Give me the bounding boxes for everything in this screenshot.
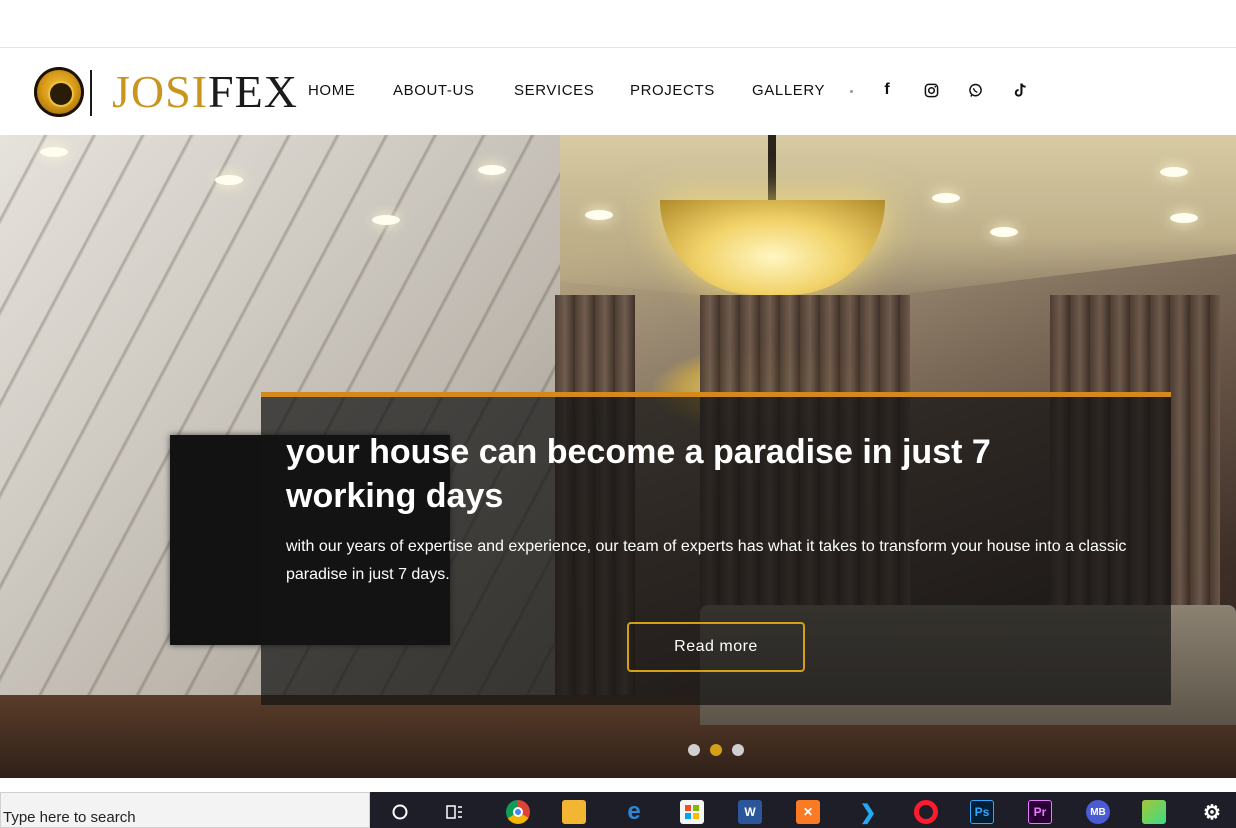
logo-divider xyxy=(90,70,92,116)
mb-icon[interactable]: MB xyxy=(1086,800,1110,824)
nav-services[interactable]: SERVICES xyxy=(514,82,594,99)
read-more-button[interactable]: Read more xyxy=(627,622,805,672)
ceiling-light xyxy=(372,215,400,225)
settings-icon[interactable]: ⚙ xyxy=(1200,800,1224,824)
hero-caption-box: your house can become a paradise in just… xyxy=(261,392,1171,705)
slider-dot-2[interactable] xyxy=(710,744,722,756)
facebook-icon[interactable]: f xyxy=(877,80,897,100)
nav-projects[interactable]: PROJECTS xyxy=(630,82,715,99)
ceiling-light xyxy=(585,210,613,220)
opera-icon[interactable] xyxy=(914,800,938,824)
nav-home[interactable]: HOME xyxy=(308,82,355,99)
ceiling-light xyxy=(1170,213,1198,223)
tiktok-icon[interactable] xyxy=(1010,80,1030,100)
xampp-icon[interactable]: ✕ xyxy=(796,800,820,824)
word-icon[interactable]: W xyxy=(738,800,762,824)
brand-part-2: FEX xyxy=(208,66,298,117)
ceiling-light xyxy=(40,147,68,157)
slider-dot-3[interactable] xyxy=(732,744,744,756)
ceiling-light xyxy=(1160,167,1188,177)
nav-gallery[interactable]: GALLERY xyxy=(752,82,825,99)
logo-icon[interactable] xyxy=(34,67,84,117)
edge-icon[interactable]: e xyxy=(622,798,646,825)
chandelier-chain xyxy=(768,135,776,205)
nav-about-us[interactable]: ABOUT-US xyxy=(393,82,474,99)
chrome-icon[interactable] xyxy=(506,800,530,824)
ceiling-light xyxy=(990,227,1018,237)
hero-description: with our years of expertise and experien… xyxy=(286,538,1127,583)
file-explorer-icon[interactable] xyxy=(562,800,586,824)
instagram-icon[interactable] xyxy=(921,80,941,100)
taskbar-search-placeholder: Type here to search xyxy=(3,809,136,826)
brand-part-1: JOSI xyxy=(112,66,209,117)
photoshop-icon[interactable]: Ps xyxy=(970,800,994,824)
slider-dots xyxy=(688,744,744,756)
store-icon[interactable] xyxy=(680,800,704,824)
brand-logo-text[interactable]: JOSIFEX xyxy=(112,66,298,118)
taskbar-search-box[interactable]: Type here to search xyxy=(0,792,370,828)
android-icon[interactable] xyxy=(1142,800,1166,824)
premiere-icon[interactable]: Pr xyxy=(1028,800,1052,824)
task-view-icon[interactable] xyxy=(442,800,466,824)
ceiling-light xyxy=(215,175,243,185)
vscode-icon[interactable]: ❯ xyxy=(856,800,880,824)
windows-taskbar: Type here to search e W ✕ ❯ Ps Pr MB ⚙ xyxy=(0,792,1236,828)
slider-dot-1[interactable] xyxy=(688,744,700,756)
nav-separator-dot xyxy=(850,90,853,93)
cortana-icon[interactable] xyxy=(388,800,412,824)
browser-top-strip xyxy=(0,0,1236,48)
whatsapp-icon[interactable] xyxy=(965,80,985,100)
ceiling-light xyxy=(478,165,506,175)
ceiling-light xyxy=(932,193,960,203)
hero-title: your house can become a paradise in just… xyxy=(286,433,991,515)
